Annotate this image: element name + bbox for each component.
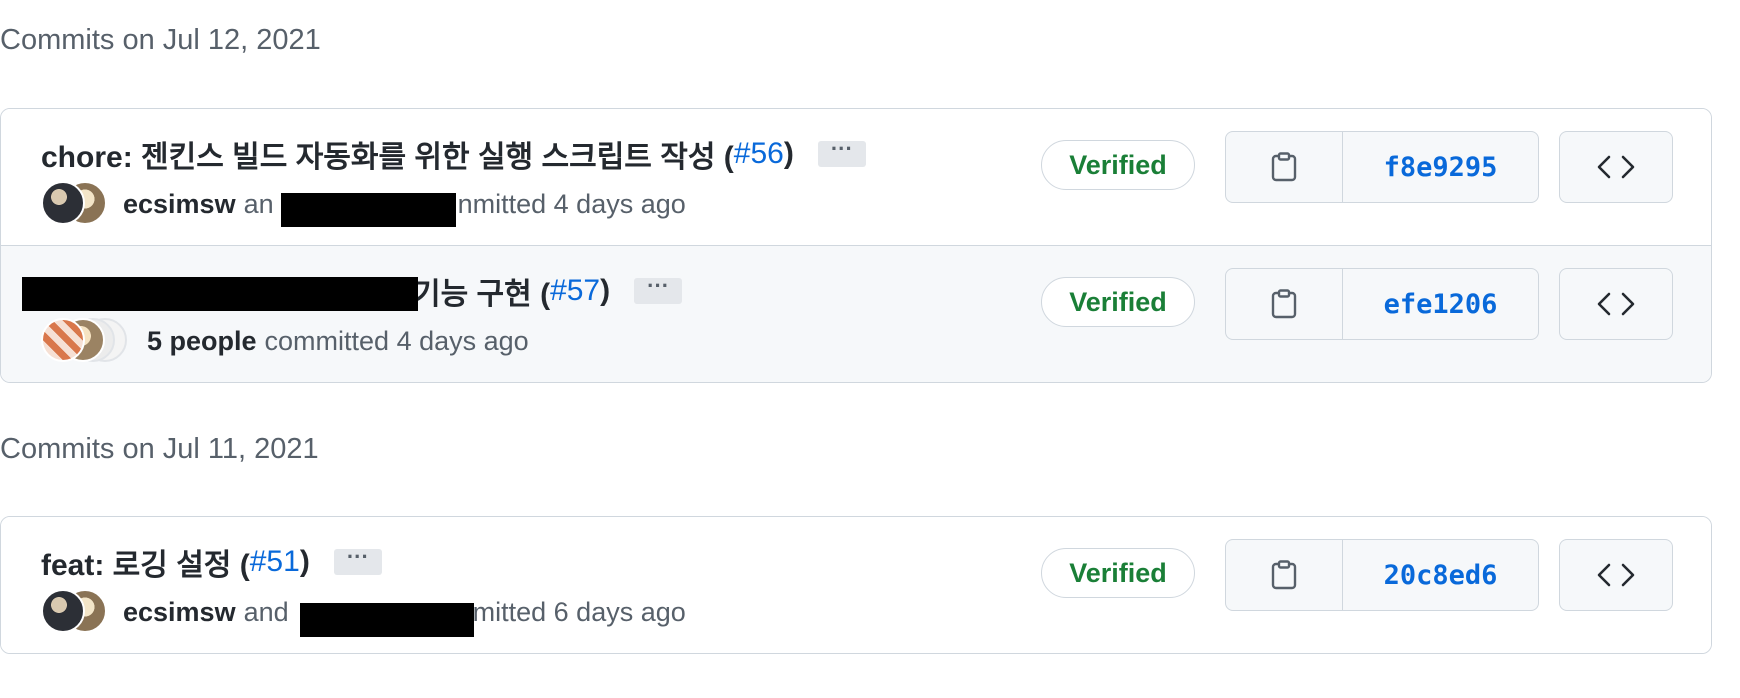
avatar-stack[interactable] xyxy=(41,181,107,227)
redaction-bar xyxy=(22,277,418,311)
verified-badge[interactable]: Verified xyxy=(1041,277,1195,327)
verified-badge[interactable]: Verified xyxy=(1041,548,1195,598)
commit-title[interactable]: feat: 로깅 설정 (#51) ··· xyxy=(41,540,382,584)
avatar-stack[interactable] xyxy=(41,318,129,364)
pr-link[interactable]: #56 xyxy=(734,137,784,171)
commit-row: feat: 로깅 설정 (#51) ··· ecsimsw and mitted… xyxy=(1,517,1711,653)
verified-badge[interactable]: Verified xyxy=(1041,140,1195,190)
commit-meta-tail: nmitted 4 days ago xyxy=(457,188,686,219)
avatar-stack[interactable] xyxy=(41,589,107,635)
commit-day-header: Commits on Jul 12, 2021 xyxy=(0,24,321,56)
code-icon xyxy=(1597,155,1635,179)
clipboard-icon[interactable] xyxy=(1226,540,1343,610)
redaction-bar xyxy=(300,603,474,637)
clipboard-icon[interactable] xyxy=(1226,269,1343,339)
commit-message-end: ) xyxy=(783,137,794,170)
commit-message[interactable]: feat: 로깅 설정 ( xyxy=(41,540,250,584)
commit-message-end: ) xyxy=(600,274,611,307)
commit-group: chore: 젠킨스 빌드 자동화를 위한 실행 스크립트 작성 (#56) ·… xyxy=(0,108,1712,383)
commit-sha-link[interactable]: efe1206 xyxy=(1343,269,1538,339)
code-icon xyxy=(1597,292,1635,316)
browse-repo-button[interactable] xyxy=(1559,131,1673,203)
browse-repo-button[interactable] xyxy=(1559,539,1673,611)
commit-meta-text: an xyxy=(243,188,274,219)
sha-button-group: 20c8ed6 xyxy=(1225,539,1539,611)
expand-message-button[interactable]: ··· xyxy=(333,546,382,575)
commit-title[interactable]: 기능 구현 (#57) ··· xyxy=(413,269,683,313)
commit-title[interactable]: chore: 젠킨스 빌드 자동화를 위한 실행 스크립트 작성 (#56) ·… xyxy=(41,132,866,176)
commit-row: 기능 구현 (#57) ··· 5 people committed 4 day… xyxy=(1,246,1711,382)
commit-message[interactable]: chore: 젠킨스 빌드 자동화를 위한 실행 스크립트 작성 ( xyxy=(41,132,734,176)
avatar[interactable] xyxy=(41,589,85,633)
code-icon xyxy=(1597,563,1635,587)
commit-meta-tail: mitted 6 days ago xyxy=(472,596,686,627)
commit-day-header: Commits on Jul 11, 2021 xyxy=(0,433,319,465)
commit-author[interactable]: ecsimsw xyxy=(123,189,236,220)
sha-button-group: f8e9295 xyxy=(1225,131,1539,203)
pr-link[interactable]: #57 xyxy=(550,274,600,308)
commit-message-end: ) xyxy=(299,545,310,578)
commit-meta: 5 people committed 4 days ago xyxy=(41,318,529,364)
commit-row: chore: 젠킨스 빌드 자동화를 위한 실행 스크립트 작성 (#56) ·… xyxy=(1,109,1711,246)
commit-meta-text: committed 4 days ago xyxy=(264,325,529,356)
clipboard-icon[interactable] xyxy=(1226,132,1343,202)
commit-author[interactable]: 5 people xyxy=(147,326,257,357)
expand-message-button[interactable]: ··· xyxy=(817,138,866,167)
sha-button-group: efe1206 xyxy=(1225,268,1539,340)
expand-message-button[interactable]: ··· xyxy=(634,275,683,304)
commit-group: feat: 로깅 설정 (#51) ··· ecsimsw and mitted… xyxy=(0,516,1712,654)
commit-message[interactable]: 기능 구현 ( xyxy=(413,269,550,313)
browse-repo-button[interactable] xyxy=(1559,268,1673,340)
commit-meta-text: and xyxy=(243,596,289,627)
commit-sha-link[interactable]: f8e9295 xyxy=(1343,132,1538,202)
commit-author[interactable]: ecsimsw xyxy=(123,597,236,628)
redaction-bar xyxy=(281,193,456,227)
pr-link[interactable]: #51 xyxy=(250,545,300,579)
commit-sha-link[interactable]: 20c8ed6 xyxy=(1343,540,1538,610)
avatar[interactable] xyxy=(41,318,85,362)
avatar[interactable] xyxy=(41,181,85,225)
